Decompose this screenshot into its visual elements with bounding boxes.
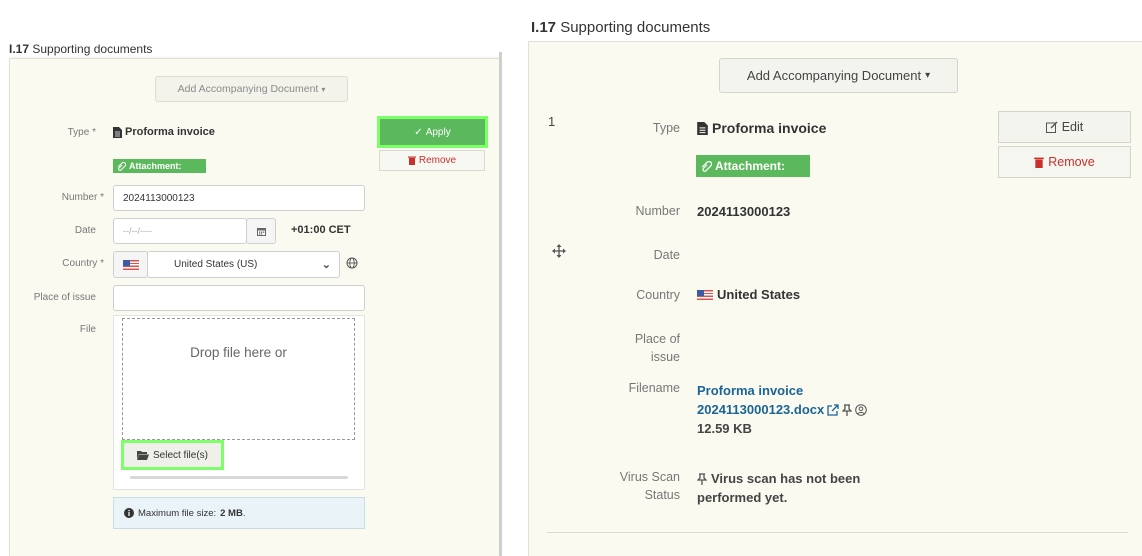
- filename-link[interactable]: Proforma invoice: [697, 381, 867, 400]
- folder-open-icon: [136, 450, 149, 460]
- edit-icon: [1045, 121, 1058, 133]
- file-scroll-track[interactable]: [130, 476, 348, 479]
- attachment-badge-view: Attachment:: [696, 155, 810, 177]
- right-section-title: I.17 Supporting documents: [531, 19, 711, 36]
- virus-scan-status-value: Virus scan has not been performed yet.: [697, 471, 861, 505]
- left-scrollbar[interactable]: [499, 52, 502, 556]
- add-accompanying-document-button-view[interactable]: Add Accompanying Document ▾: [719, 58, 958, 93]
- place-of-issue-label: Place of issue: [33, 292, 96, 303]
- calendar-icon: [256, 227, 266, 236]
- type-label-view: Type: [652, 121, 680, 135]
- trash-icon: [407, 156, 416, 165]
- us-flag-icon: [122, 259, 139, 270]
- pin-icon: [697, 472, 707, 485]
- filename-value-view: Proforma invoice 2024113000123.docx 12.5…: [697, 381, 868, 438]
- country-label: Country *: [62, 258, 104, 269]
- file-label: File: [79, 324, 96, 335]
- chevron-down-icon: ⌄: [321, 259, 331, 271]
- country-value-view: United States: [697, 287, 800, 302]
- us-flag-icon: [697, 289, 713, 300]
- place-of-issue-input[interactable]: [113, 285, 365, 311]
- globe-icon[interactable]: [346, 256, 358, 269]
- number-label: Number *: [61, 192, 104, 203]
- country-flag-addon: [113, 251, 148, 278]
- attachment-badge: Attachment:: [113, 159, 206, 173]
- drop-file-text: Drop file here or: [190, 345, 287, 360]
- file-size-value: 12.59 KB: [697, 421, 752, 436]
- caret-down-icon: ▾: [925, 70, 931, 81]
- date-input[interactable]: --/--/----: [113, 218, 247, 244]
- file-icon: [697, 121, 708, 135]
- country-select[interactable]: United States (US) ⌄: [147, 251, 340, 278]
- remove-button-view[interactable]: Remove: [998, 146, 1131, 178]
- trash-icon: [1034, 157, 1045, 168]
- external-link-icon[interactable]: [827, 403, 839, 416]
- left-section-title: I.17 Supporting documents: [9, 42, 153, 56]
- file-icon: [113, 126, 122, 138]
- user-circle-icon: [855, 403, 868, 416]
- type-value-view: Proforma invoice: [697, 120, 826, 136]
- place-of-issue-label-view: Place of issue: [634, 332, 680, 364]
- remove-button[interactable]: Remove: [379, 150, 485, 171]
- pin-icon: [842, 403, 853, 416]
- check-icon: ✓: [414, 126, 423, 138]
- row-divider: [547, 532, 1128, 533]
- date-label: Date: [74, 225, 96, 236]
- select-files-button[interactable]: Select file(s): [121, 440, 224, 470]
- number-label-view: Number: [635, 204, 680, 218]
- filename-link-ext[interactable]: 2024113000123.docx: [697, 400, 824, 419]
- move-icon[interactable]: [552, 244, 566, 258]
- paperclip-icon: [701, 160, 712, 172]
- max-file-size-info: Maximum file size: 2 MB.: [113, 497, 365, 529]
- number-input[interactable]: 2024113000123: [113, 185, 365, 211]
- apply-button[interactable]: ✓ Apply: [377, 116, 488, 148]
- type-value: Proforma invoice: [113, 126, 215, 138]
- file-dropzone[interactable]: [122, 318, 355, 440]
- virus-scan-label-view: Virus Scan Status: [619, 470, 680, 502]
- paperclip-icon: [117, 161, 126, 171]
- info-icon: [124, 508, 134, 518]
- country-label-view: Country: [636, 288, 680, 302]
- filename-label-view: Filename: [628, 381, 680, 395]
- type-label: Type *: [67, 127, 96, 138]
- date-label-view: Date: [653, 248, 680, 262]
- edit-button[interactable]: Edit: [998, 111, 1131, 143]
- number-value-view: 2024113000123: [697, 204, 791, 219]
- calendar-button[interactable]: [246, 218, 276, 244]
- add-accompanying-document-button[interactable]: Add Accompanying Document ▾: [155, 76, 348, 102]
- document-index: 1: [548, 114, 556, 129]
- caret-down-icon: ▾: [321, 84, 326, 94]
- timezone-label: +01:00 CET: [291, 224, 351, 236]
